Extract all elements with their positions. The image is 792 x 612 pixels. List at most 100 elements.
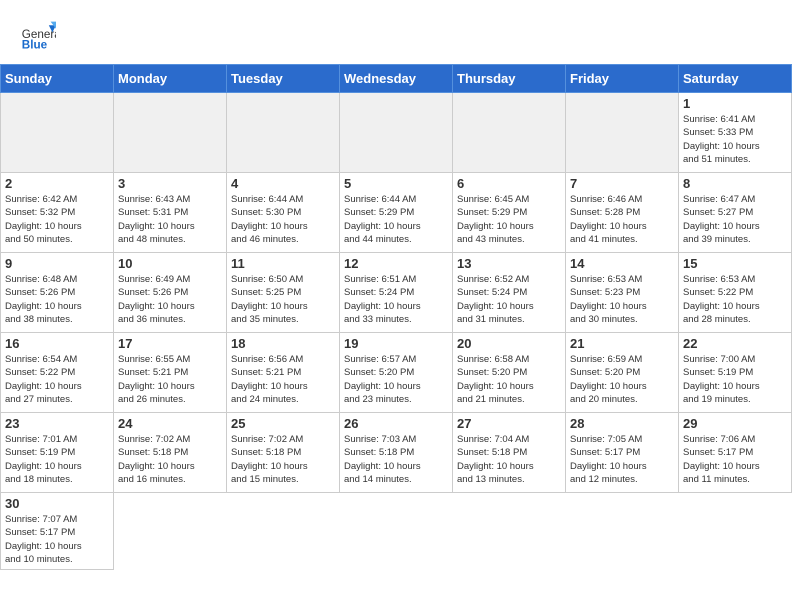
calendar-cell: 3 Sunrise: 6:43 AM Sunset: 5:31 PM Daylig… <box>114 173 227 253</box>
day-number: 26 <box>344 416 448 431</box>
calendar-cell: 30 Sunrise: 7:07 AM Sunset: 5:17 PM Dayli… <box>1 493 114 570</box>
day-info: Sunrise: 7:02 AM Sunset: 5:18 PM Dayligh… <box>118 433 222 486</box>
day-number: 17 <box>118 336 222 351</box>
day-info: Sunrise: 7:01 AM Sunset: 5:19 PM Dayligh… <box>5 433 109 486</box>
day-info: Sunrise: 6:53 AM Sunset: 5:22 PM Dayligh… <box>683 273 787 326</box>
day-info: Sunrise: 6:47 AM Sunset: 5:27 PM Dayligh… <box>683 193 787 246</box>
page-header: General Blue <box>0 0 792 64</box>
day-info: Sunrise: 6:50 AM Sunset: 5:25 PM Dayligh… <box>231 273 335 326</box>
calendar-row: 23 Sunrise: 7:01 AM Sunset: 5:19 PM Dayli… <box>1 413 792 493</box>
day-number: 15 <box>683 256 787 271</box>
day-number: 2 <box>5 176 109 191</box>
day-number: 6 <box>457 176 561 191</box>
day-number: 29 <box>683 416 787 431</box>
calendar-cell: 27 Sunrise: 7:04 AM Sunset: 5:18 PM Dayli… <box>453 413 566 493</box>
weekday-friday: Friday <box>566 65 679 93</box>
calendar-row: 9 Sunrise: 6:48 AM Sunset: 5:26 PM Daylig… <box>1 253 792 333</box>
calendar-cell: 29 Sunrise: 7:06 AM Sunset: 5:17 PM Dayli… <box>679 413 792 493</box>
calendar-cell: 17 Sunrise: 6:55 AM Sunset: 5:21 PM Dayli… <box>114 333 227 413</box>
day-number: 7 <box>570 176 674 191</box>
day-number: 3 <box>118 176 222 191</box>
day-number: 25 <box>231 416 335 431</box>
day-info: Sunrise: 6:57 AM Sunset: 5:20 PM Dayligh… <box>344 353 448 406</box>
weekday-wednesday: Wednesday <box>340 65 453 93</box>
day-info: Sunrise: 6:53 AM Sunset: 5:23 PM Dayligh… <box>570 273 674 326</box>
day-number: 8 <box>683 176 787 191</box>
day-number: 5 <box>344 176 448 191</box>
day-number: 12 <box>344 256 448 271</box>
day-number: 13 <box>457 256 561 271</box>
day-number: 23 <box>5 416 109 431</box>
calendar-cell: 6 Sunrise: 6:45 AM Sunset: 5:29 PM Daylig… <box>453 173 566 253</box>
weekday-sunday: Sunday <box>1 65 114 93</box>
day-info: Sunrise: 7:00 AM Sunset: 5:19 PM Dayligh… <box>683 353 787 406</box>
calendar-cell: 4 Sunrise: 6:44 AM Sunset: 5:30 PM Daylig… <box>227 173 340 253</box>
calendar-table: SundayMondayTuesdayWednesdayThursdayFrid… <box>0 64 792 570</box>
weekday-tuesday: Tuesday <box>227 65 340 93</box>
calendar-cell: 13 Sunrise: 6:52 AM Sunset: 5:24 PM Dayli… <box>453 253 566 333</box>
day-info: Sunrise: 6:59 AM Sunset: 5:20 PM Dayligh… <box>570 353 674 406</box>
calendar-cell: 18 Sunrise: 6:56 AM Sunset: 5:21 PM Dayli… <box>227 333 340 413</box>
day-number: 14 <box>570 256 674 271</box>
day-info: Sunrise: 6:44 AM Sunset: 5:29 PM Dayligh… <box>344 193 448 246</box>
calendar-cell: 9 Sunrise: 6:48 AM Sunset: 5:26 PM Daylig… <box>1 253 114 333</box>
day-info: Sunrise: 7:04 AM Sunset: 5:18 PM Dayligh… <box>457 433 561 486</box>
day-number: 9 <box>5 256 109 271</box>
day-info: Sunrise: 7:03 AM Sunset: 5:18 PM Dayligh… <box>344 433 448 486</box>
weekday-saturday: Saturday <box>679 65 792 93</box>
day-info: Sunrise: 7:06 AM Sunset: 5:17 PM Dayligh… <box>683 433 787 486</box>
logo: General Blue <box>20 18 56 54</box>
day-number: 19 <box>344 336 448 351</box>
calendar-cell: 22Sunrise: 7:00 AM Sunset: 5:19 PM Dayli… <box>679 333 792 413</box>
calendar-cell: 21 Sunrise: 6:59 AM Sunset: 5:20 PM Dayli… <box>566 333 679 413</box>
day-number: 21 <box>570 336 674 351</box>
weekday-monday: Monday <box>114 65 227 93</box>
calendar-cell: 7 Sunrise: 6:46 AM Sunset: 5:28 PM Daylig… <box>566 173 679 253</box>
calendar-cell: 25Sunrise: 7:02 AM Sunset: 5:18 PM Dayli… <box>227 413 340 493</box>
svg-text:Blue: Blue <box>22 39 48 52</box>
calendar-cell: 15 Sunrise: 6:53 AM Sunset: 5:22 PM Dayli… <box>679 253 792 333</box>
calendar-cell <box>453 93 566 173</box>
day-info: Sunrise: 6:45 AM Sunset: 5:29 PM Dayligh… <box>457 193 561 246</box>
day-number: 18 <box>231 336 335 351</box>
calendar-cell: 12 Sunrise: 6:51 AM Sunset: 5:24 PM Dayli… <box>340 253 453 333</box>
day-number: 27 <box>457 416 561 431</box>
day-info: Sunrise: 6:46 AM Sunset: 5:28 PM Dayligh… <box>570 193 674 246</box>
calendar-cell: 1Sunrise: 6:41 AM Sunset: 5:33 PM Daylig… <box>679 93 792 173</box>
day-number: 28 <box>570 416 674 431</box>
day-number: 16 <box>5 336 109 351</box>
day-info: Sunrise: 6:48 AM Sunset: 5:26 PM Dayligh… <box>5 273 109 326</box>
calendar-cell: 14 Sunrise: 6:53 AM Sunset: 5:23 PM Dayli… <box>566 253 679 333</box>
day-info: Sunrise: 6:49 AM Sunset: 5:26 PM Dayligh… <box>118 273 222 326</box>
calendar-cell <box>1 93 114 173</box>
calendar-cell: 5 Sunrise: 6:44 AM Sunset: 5:29 PM Daylig… <box>340 173 453 253</box>
day-info: Sunrise: 7:05 AM Sunset: 5:17 PM Dayligh… <box>570 433 674 486</box>
calendar-cell: 28 Sunrise: 7:05 AM Sunset: 5:17 PM Dayli… <box>566 413 679 493</box>
calendar-row: 2 Sunrise: 6:42 AM Sunset: 5:32 PM Daylig… <box>1 173 792 253</box>
day-number: 4 <box>231 176 335 191</box>
day-number: 30 <box>5 496 109 511</box>
weekday-header-row: SundayMondayTuesdayWednesdayThursdayFrid… <box>1 65 792 93</box>
calendar-cell <box>566 93 679 173</box>
calendar-row: 30 Sunrise: 7:07 AM Sunset: 5:17 PM Dayli… <box>1 493 792 570</box>
day-info: Sunrise: 6:54 AM Sunset: 5:22 PM Dayligh… <box>5 353 109 406</box>
day-info: Sunrise: 6:51 AM Sunset: 5:24 PM Dayligh… <box>344 273 448 326</box>
day-info: Sunrise: 6:41 AM Sunset: 5:33 PM Dayligh… <box>683 113 787 166</box>
day-info: Sunrise: 7:07 AM Sunset: 5:17 PM Dayligh… <box>5 513 109 566</box>
calendar-cell: 10 Sunrise: 6:49 AM Sunset: 5:26 PM Dayli… <box>114 253 227 333</box>
weekday-thursday: Thursday <box>453 65 566 93</box>
calendar-cell <box>114 93 227 173</box>
calendar-row: 1Sunrise: 6:41 AM Sunset: 5:33 PM Daylig… <box>1 93 792 173</box>
day-number: 10 <box>118 256 222 271</box>
calendar-cell: 23 Sunrise: 7:01 AM Sunset: 5:19 PM Dayli… <box>1 413 114 493</box>
day-info: Sunrise: 6:55 AM Sunset: 5:21 PM Dayligh… <box>118 353 222 406</box>
calendar-row: 16 Sunrise: 6:54 AM Sunset: 5:22 PM Dayli… <box>1 333 792 413</box>
calendar-cell: 16 Sunrise: 6:54 AM Sunset: 5:22 PM Dayli… <box>1 333 114 413</box>
day-number: 24 <box>118 416 222 431</box>
day-info: Sunrise: 6:43 AM Sunset: 5:31 PM Dayligh… <box>118 193 222 246</box>
day-info: Sunrise: 6:52 AM Sunset: 5:24 PM Dayligh… <box>457 273 561 326</box>
day-info: Sunrise: 6:56 AM Sunset: 5:21 PM Dayligh… <box>231 353 335 406</box>
day-number: 11 <box>231 256 335 271</box>
day-info: Sunrise: 6:42 AM Sunset: 5:32 PM Dayligh… <box>5 193 109 246</box>
day-info: Sunrise: 6:44 AM Sunset: 5:30 PM Dayligh… <box>231 193 335 246</box>
